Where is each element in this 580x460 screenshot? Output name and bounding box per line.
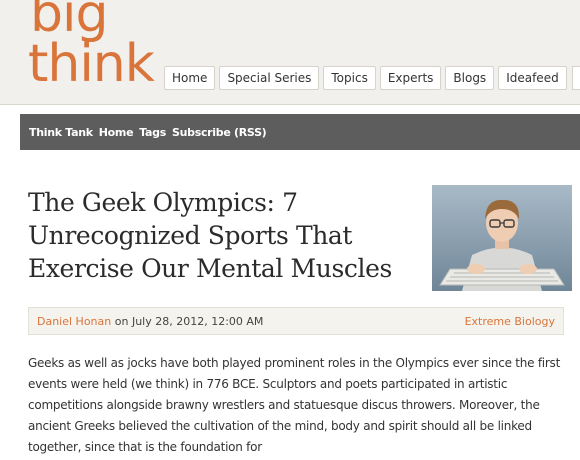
bigthink-logo[interactable]: big think <box>28 0 155 102</box>
article-byline: Daniel Honan on July 28, 2012, 12:00 AM … <box>28 307 564 335</box>
subnav-subscribe-rss[interactable]: Subscribe (RSS) <box>172 126 267 139</box>
blog-subnav: Think Tank Home Tags Subscribe (RSS) <box>20 114 580 150</box>
article-title: The Geek Olympics: 7 Unrecognized Sports… <box>28 188 392 283</box>
logo-line-think: think <box>28 34 155 94</box>
subnav-home[interactable]: Home <box>99 126 134 139</box>
publish-date: on July 28, 2012, 12:00 AM <box>111 314 264 328</box>
subnav-think-tank[interactable]: Think Tank <box>29 126 93 139</box>
nav-special-series[interactable]: Special Series <box>219 66 320 90</box>
site-header: big think Home Special Series Topics Exp… <box>0 0 580 105</box>
nav-blogs[interactable]: Blogs <box>445 66 495 90</box>
nav-experts[interactable]: Experts <box>379 66 442 90</box>
boy-at-keyboard-illustration <box>432 185 572 291</box>
category-link[interactable]: Extreme Biology <box>465 315 555 328</box>
main-nav: Home Special Series Topics Experts Blogs… <box>164 66 567 92</box>
nav-topics[interactable]: Topics <box>323 66 376 90</box>
article-thumbnail-image <box>432 185 572 291</box>
nav-item-partial[interactable] <box>572 66 580 90</box>
nav-home[interactable]: Home <box>164 66 216 90</box>
subnav-tags[interactable]: Tags <box>139 126 166 139</box>
article-body: Geeks as well as jocks have both played … <box>28 356 561 454</box>
author-link[interactable]: Daniel Honan <box>37 315 111 328</box>
nav-ideafeed[interactable]: Ideafeed <box>498 66 567 90</box>
